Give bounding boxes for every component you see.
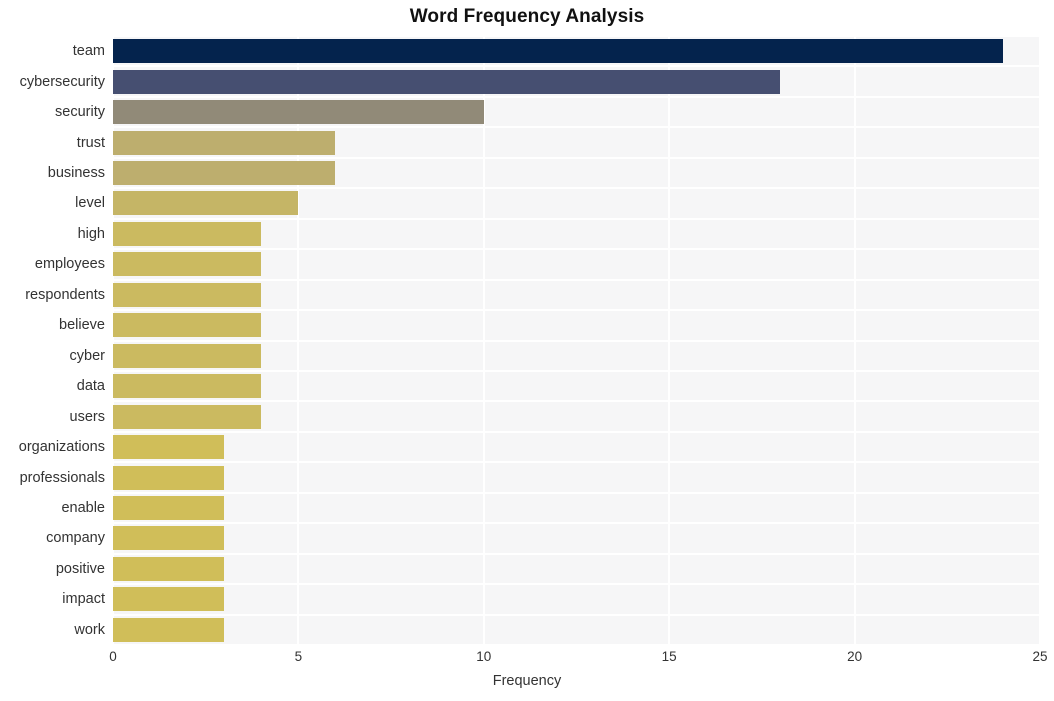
y-tick-label-high: high [77, 225, 105, 242]
gridline-horizontal [113, 126, 1040, 129]
y-axis-category-labels: team cybersecurity security trust business le… [0, 36, 105, 645]
gridline-horizontal [113, 461, 1040, 464]
y-tick-label-employees: employees [34, 256, 105, 273]
x-tick-label-10: 10 [476, 649, 492, 664]
gridline-horizontal [113, 248, 1040, 251]
bar-impact [113, 587, 225, 612]
bar-work [113, 617, 225, 642]
bar-cyber [113, 343, 262, 368]
y-tick-label-organizations: organizations [18, 439, 105, 456]
y-tick-label-believe: believe [59, 317, 105, 334]
y-tick-label-data: data [76, 378, 105, 395]
bar-team [113, 39, 1003, 64]
gridline-horizontal [113, 369, 1040, 372]
y-tick-label-company: company [46, 530, 105, 547]
y-tick-label-positive: positive [55, 560, 105, 577]
gridline-horizontal [113, 95, 1040, 98]
y-tick-label-work: work [74, 621, 105, 638]
y-tick-label-users: users [69, 408, 105, 425]
gridline-horizontal [113, 36, 1040, 37]
y-tick-label-cybersecurity: cybersecurity [19, 73, 105, 90]
gridline-horizontal [113, 217, 1040, 220]
bar-trust [113, 130, 336, 155]
x-tick-label-25: 25 [1032, 649, 1048, 664]
y-tick-label-level: level [75, 195, 105, 212]
y-tick-label-business: business [47, 165, 105, 182]
gridline-horizontal [113, 552, 1040, 555]
bar-positive [113, 556, 225, 581]
bar-level [113, 191, 299, 216]
gridline-horizontal [113, 156, 1040, 159]
gridline-horizontal [113, 583, 1040, 586]
gridline-horizontal [113, 278, 1040, 281]
gridline-horizontal [113, 491, 1040, 494]
y-tick-label-security: security [55, 104, 105, 121]
bar-cybersecurity [113, 69, 781, 94]
gridline-horizontal [113, 309, 1040, 312]
word-frequency-chart: Word Frequency Analysis team cybersecurit… [0, 0, 1054, 701]
plot-area [113, 36, 1040, 645]
chart-title: Word Frequency Analysis [409, 6, 645, 27]
x-axis-ticks: 0 5 10 15 20 25 [109, 645, 1047, 669]
bar-respondents [113, 282, 262, 307]
gridline-horizontal [113, 613, 1040, 616]
bar-enable [113, 495, 225, 520]
y-tick-label-team: team [72, 43, 105, 60]
y-tick-label-enable: enable [61, 499, 105, 516]
bar-users [113, 404, 262, 429]
gridline-horizontal [113, 522, 1040, 525]
y-tick-label-impact: impact [62, 591, 105, 608]
x-tick-label-5: 5 [294, 649, 303, 664]
x-axis-title: Frequency [492, 673, 562, 689]
x-tick-label-0: 0 [109, 649, 117, 664]
bar-data [113, 374, 262, 399]
gridline-horizontal [113, 430, 1040, 433]
bar-business [113, 161, 336, 186]
gridline-horizontal [113, 187, 1040, 190]
bar-high [113, 221, 262, 246]
gridline-horizontal [113, 339, 1040, 342]
bar-company [113, 526, 225, 551]
bar-believe [113, 313, 262, 338]
y-tick-label-cyber: cyber [69, 347, 105, 364]
bar-professionals [113, 465, 225, 490]
x-tick-label-20: 20 [847, 649, 863, 664]
bar-employees [113, 252, 262, 277]
bar-security [113, 100, 484, 125]
bar-organizations [113, 435, 225, 460]
gridline-horizontal [113, 400, 1040, 403]
y-tick-label-respondents: respondents [25, 286, 105, 303]
y-tick-label-trust: trust [76, 134, 105, 151]
gridline-horizontal [113, 65, 1040, 68]
y-tick-label-professionals: professionals [19, 469, 105, 486]
x-tick-label-15: 15 [661, 649, 677, 664]
